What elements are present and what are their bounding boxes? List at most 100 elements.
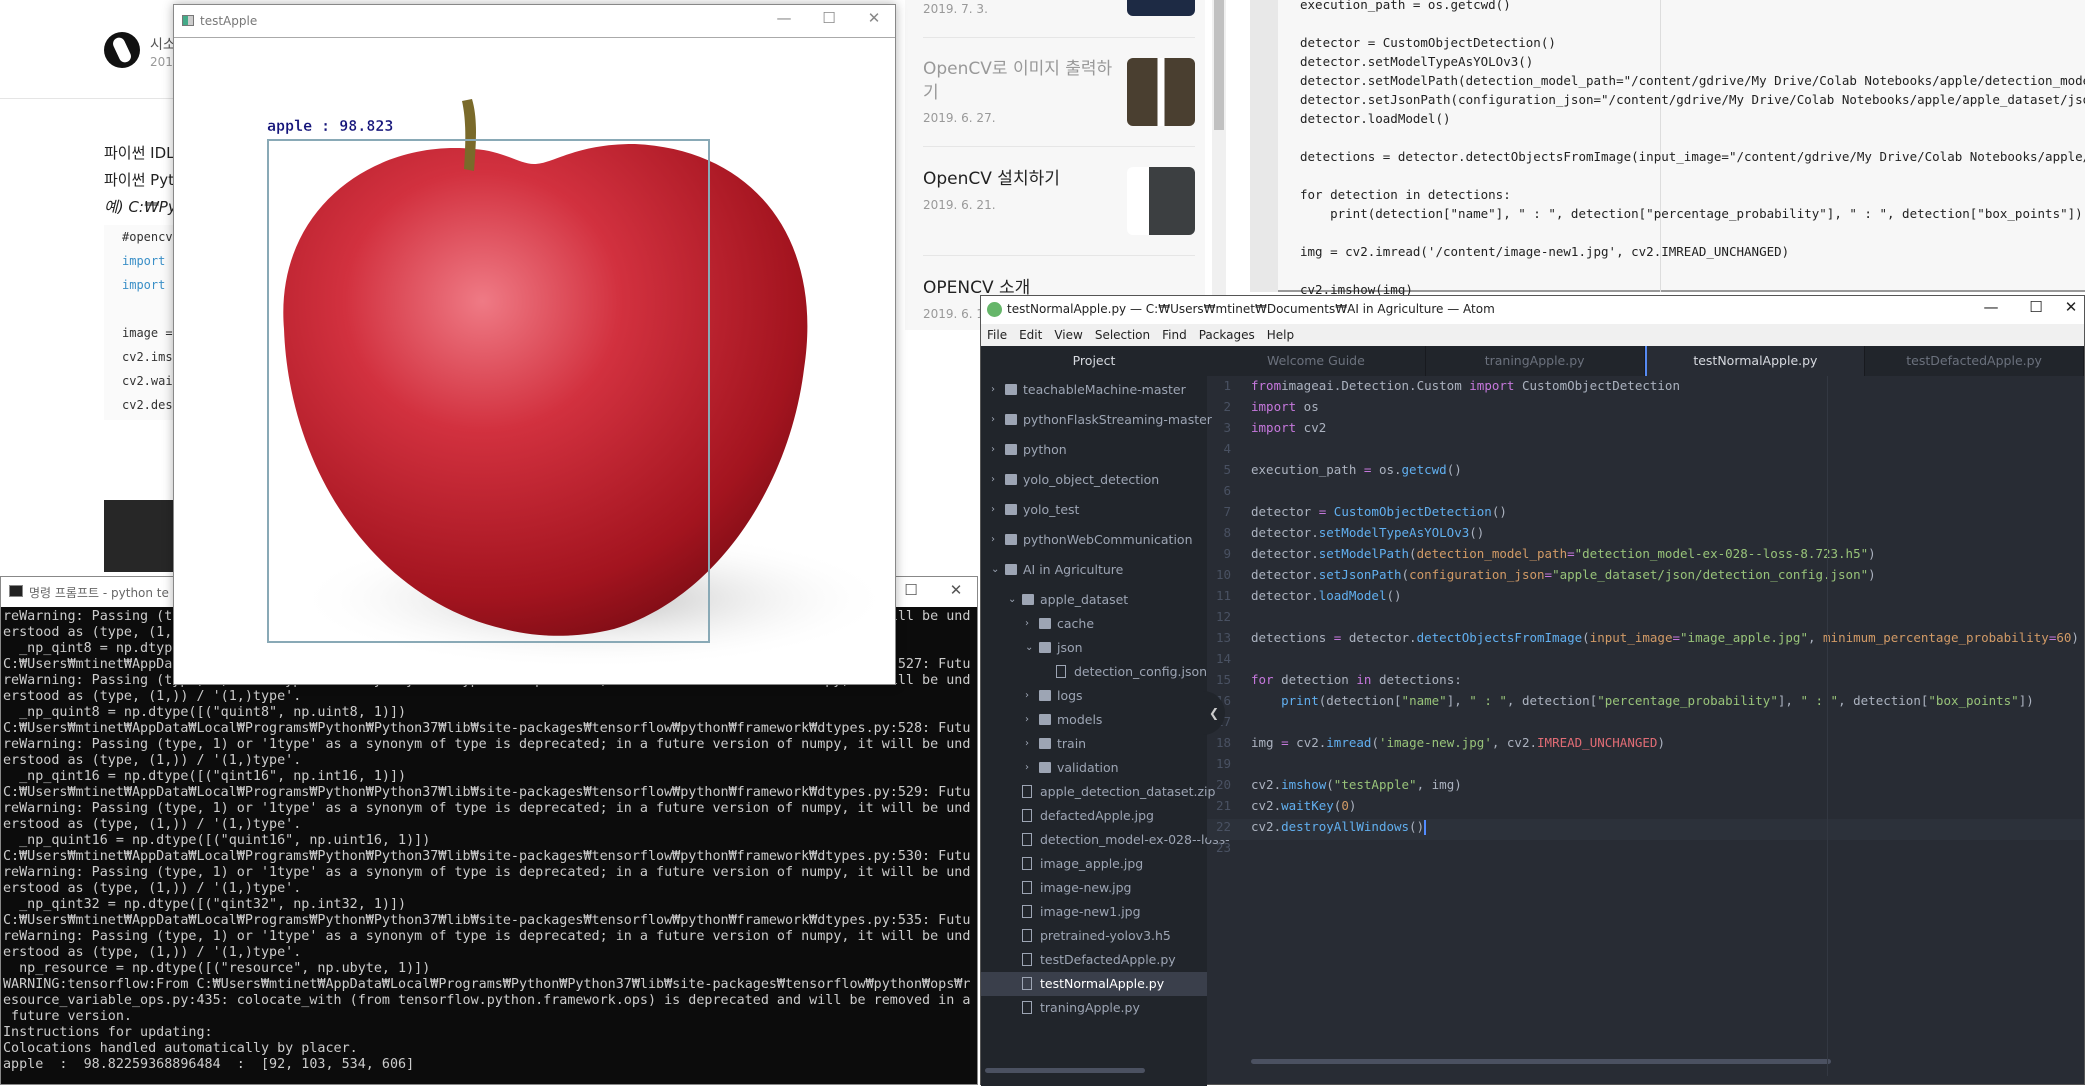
project-header[interactable]: Project [981, 346, 1207, 376]
atom-editor-window[interactable]: testNormalApple.py — C:₩Users₩mtinet₩Doc… [980, 295, 2085, 1086]
tree-folder[interactable]: › pythonWebCommunication [981, 528, 1207, 552]
opencv-image-window[interactable]: testApple — ☐ ✕ apple : 98.823 [173, 4, 896, 685]
author-avatar[interactable] [104, 32, 140, 68]
tree-file[interactable]: image_apple.jpg [981, 852, 1207, 876]
close-button[interactable]: ✕ [2056, 298, 2085, 316]
code-line: execution_path = os.getcwd() [1300, 0, 1511, 12]
chevron-right-icon[interactable]: › [1025, 756, 1029, 780]
post-thumbnail[interactable] [1127, 0, 1195, 16]
tab[interactable]: traningApple.py [1426, 346, 1645, 376]
code-token: 'image-new.jpg' [1378, 735, 1492, 750]
tree-file[interactable]: apple_detection_dataset.zip [981, 780, 1215, 804]
code-line: img = cv2.imread('image-new.jpg', cv2.IM… [1251, 735, 1665, 750]
post-thumbnail[interactable] [1127, 58, 1195, 126]
tree-folder[interactable]: › validation [981, 756, 1207, 780]
code-line: cv2.destroyAllWindows() [1251, 819, 1427, 835]
file-icon [1022, 905, 1032, 918]
chevron-right-icon[interactable]: › [1025, 732, 1029, 756]
chevron-down-icon[interactable]: ⌄ [1025, 636, 1033, 660]
chevron-right-icon[interactable]: › [1025, 684, 1029, 708]
post-title[interactable]: OpenCV로 이미지 출력하기 [923, 57, 1113, 105]
post-thumbnail[interactable] [1127, 167, 1195, 235]
chevron-down-icon[interactable]: ⌄ [991, 558, 999, 582]
tree-item-label: validation [1057, 760, 1119, 775]
code-token: "detection_model-ex-028--loss-8.723.h5" [1574, 546, 1869, 561]
tab[interactable]: testNormalApple.py [1644, 346, 1866, 376]
menu-item-help[interactable]: Help [1267, 324, 1294, 346]
chevron-right-icon[interactable]: › [1025, 612, 1029, 636]
file-icon [1022, 1001, 1032, 1014]
tree-file[interactable]: image-new.jpg [981, 876, 1207, 900]
tree-file[interactable]: detection_config.json [981, 660, 1207, 684]
code-token: " : " [1469, 693, 1507, 708]
maximize-button[interactable]: ☐ [814, 9, 844, 27]
code-block: #opencv import import image = cv2.ims cv2.wai… [104, 225, 184, 420]
code-line: print(detection["name"], " : ", detectio… [1300, 206, 2083, 221]
tree-scrollbar[interactable] [985, 1068, 1145, 1073]
wrap-guide [1827, 376, 1828, 1076]
tree-file[interactable]: image-new1.jpg [981, 900, 1207, 924]
scrollbar[interactable] [1212, 0, 1226, 330]
divider [923, 255, 1195, 256]
tree-folder[interactable]: › models [981, 708, 1207, 732]
tree-folder[interactable]: › teachableMachine-master [981, 378, 1207, 402]
project-tree: Project › teachableMachine-master › pythonF… [981, 346, 1230, 1086]
chevron-right-icon[interactable]: › [991, 498, 995, 522]
code-line: detections = detector.detectObjectsFromI… [1251, 630, 2079, 645]
tree-folder[interactable]: ⌄ AI in Agriculture [981, 558, 1207, 582]
chevron-right-icon[interactable]: › [1025, 708, 1029, 732]
close-button[interactable]: ✕ [941, 581, 971, 599]
close-button[interactable]: ✕ [859, 9, 889, 27]
menu-item-view[interactable]: View [1054, 324, 1082, 346]
code-token: , detection[ [1838, 693, 1929, 708]
title-bar[interactable]: testApple — ☐ ✕ [174, 5, 895, 38]
code-token: detectObjectsFromImage [1416, 630, 1583, 645]
post-title[interactable]: OpenCV 설치하기 [923, 167, 1113, 191]
menu-item-find[interactable]: Find [1162, 324, 1187, 346]
tree-folder[interactable]: › logs [981, 684, 1207, 708]
paragraph: 예) C:₩Py [104, 198, 177, 216]
colab-code-cell[interactable]: execution_path = os.getcwd() detector = C… [1250, 0, 2085, 297]
tab[interactable]: testDefactedApple.py [1865, 346, 2084, 376]
tree-folder[interactable]: › yolo_test [981, 498, 1207, 522]
menu-item-packages[interactable]: Packages [1199, 324, 1255, 346]
menu-item-file[interactable]: File [987, 324, 1007, 346]
maximize-button[interactable]: ☐ [896, 581, 926, 599]
tree-file[interactable]: detection_model-ex-028--loss- [981, 828, 1230, 852]
tree-folder[interactable]: ⌄ json [981, 636, 1207, 660]
code-line: detector.setModelTypeAsYOLOv3() [1251, 525, 1484, 540]
file-icon [1022, 953, 1032, 966]
tree-file[interactable]: testDefactedApple.py [981, 948, 1207, 972]
code-line: detector.setModelPath(detection_model_pa… [1251, 546, 1876, 561]
maximize-button[interactable]: ☐ [2021, 298, 2051, 316]
minimize-button[interactable]: — [769, 9, 799, 27]
tab[interactable]: Welcome Guide [1207, 346, 1426, 376]
author-name[interactable]: 시소 [150, 34, 176, 54]
minimize-button[interactable]: — [1976, 298, 2006, 316]
menu-item-edit[interactable]: Edit [1019, 324, 1042, 346]
tree-folder[interactable]: › train [981, 732, 1207, 756]
tree-file[interactable]: traningApple.py [981, 996, 1207, 1020]
tree-folder[interactable]: › cache [981, 612, 1207, 636]
tree-folder[interactable]: › python [981, 438, 1207, 462]
editor-scrollbar[interactable] [1251, 1059, 1831, 1064]
tree-file[interactable]: defactedApple.jpg [981, 804, 1207, 828]
chevron-right-icon[interactable]: › [991, 438, 995, 462]
chevron-right-icon[interactable]: › [991, 528, 995, 552]
title-bar[interactable]: testNormalApple.py — C:₩Users₩mtinet₩Doc… [981, 296, 2084, 324]
chevron-right-icon[interactable]: › [991, 468, 995, 492]
tree-folder[interactable]: › yolo_object_detection [981, 468, 1207, 492]
code-token: import [1251, 399, 1297, 414]
tree-folder[interactable]: › pythonFlaskStreaming-master [981, 408, 1212, 432]
tree-file[interactable]: testNormalApple.py [981, 972, 1207, 996]
chevron-down-icon[interactable]: ⌄ [1008, 588, 1016, 612]
menu-item-selection[interactable]: Selection [1095, 324, 1150, 346]
chevron-right-icon[interactable]: › [991, 378, 995, 402]
tree-folder[interactable]: ⌄ apple_dataset [981, 588, 1207, 612]
chevron-right-icon[interactable]: › [991, 408, 995, 432]
code-editor[interactable]: 1 fromimageai.Detection.Custom import Cus… [1207, 376, 2084, 1084]
scrollbar-thumb[interactable] [1214, 0, 1224, 130]
code-token: cv2. [1251, 819, 1282, 834]
tree-file[interactable]: pretrained-yolov3.h5 [981, 924, 1207, 948]
code-token: "name" [1401, 693, 1447, 708]
